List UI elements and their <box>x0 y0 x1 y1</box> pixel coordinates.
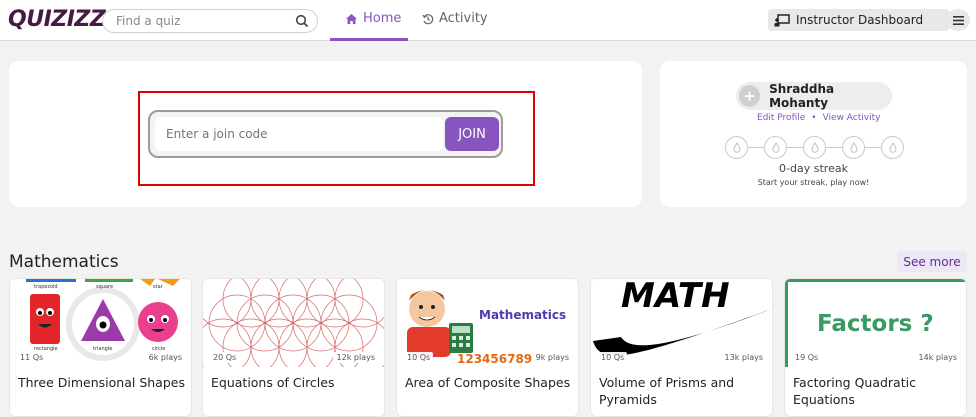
quiz-title: Factoring Quadratic Equations <box>793 375 916 407</box>
quiz-card[interactable]: Factors ? 19 Qs 14k plays Factoring Quad… <box>784 278 967 417</box>
presentation-icon <box>774 13 790 26</box>
shape-label: star <box>153 284 164 290</box>
thumb-title: Factors ? <box>817 311 934 337</box>
flame-icon <box>725 136 748 159</box>
flame-icon <box>803 136 826 159</box>
section-title: Mathematics <box>9 252 119 272</box>
nav-home-label: Home <box>363 11 402 26</box>
streak-connector <box>787 146 803 149</box>
question-count: 10 Qs <box>598 352 628 363</box>
home-icon <box>346 13 357 24</box>
see-more-button[interactable]: See more <box>897 251 967 272</box>
join-button[interactable]: JOIN <box>445 117 499 151</box>
streak-tracker <box>725 136 904 159</box>
flame-icon <box>881 136 904 159</box>
user-name: Shraddha Mohanty <box>769 82 835 110</box>
search-icon[interactable] <box>295 14 309 28</box>
edit-profile-link[interactable]: Edit Profile <box>757 113 805 123</box>
streak-connector <box>865 146 881 149</box>
shape-label: trapezoid <box>34 284 58 290</box>
menu-button[interactable] <box>946 9 970 31</box>
quiz-title: Volume of Prisms and Pyramids <box>599 375 735 407</box>
play-count: 14k plays <box>914 352 961 363</box>
quizizz-logo[interactable]: QUIZIZZ <box>8 7 106 32</box>
top-header: QUIZIZZ Find a quiz Home Activity Instru… <box>0 0 976 41</box>
hamburger-icon <box>952 15 964 25</box>
join-code-input[interactable] <box>155 117 443 151</box>
view-activity-link[interactable]: View Activity <box>823 113 881 123</box>
quiz-card[interactable]: Mathematics 123456789 10 Qs 9k plays Are… <box>396 278 579 417</box>
nav-activity-label: Activity <box>439 11 488 26</box>
search-placeholder[interactable]: Find a quiz <box>116 14 180 28</box>
quiz-card[interactable]: MATH 10 Qs 13k plays Volume of Prisms an… <box>590 278 773 417</box>
nav-home-tab[interactable]: Home <box>330 0 408 41</box>
avatar: + <box>739 85 761 107</box>
quiz-card[interactable]: 20 Qs 12k plays Equations of Circles <box>202 278 385 417</box>
question-count: 11 Qs <box>17 352 47 363</box>
user-profile-pill[interactable]: + Shraddha Mohanty <box>736 82 892 110</box>
nav-activity-tab[interactable]: Activity <box>422 11 488 26</box>
quiz-title: Equations of Circles <box>211 375 335 390</box>
quiz-title: Three Dimensional Shapes <box>18 375 185 390</box>
shape-label: square <box>96 284 113 290</box>
streak-connector <box>748 146 764 149</box>
link-separator: • <box>811 113 817 123</box>
history-icon <box>422 13 434 24</box>
streak-connector <box>826 146 842 149</box>
quiz-title: Area of Composite Shapes <box>405 375 571 390</box>
instructor-dashboard-button[interactable]: Instructor Dashboard <box>768 9 949 31</box>
thumb-title: Mathematics <box>479 308 566 322</box>
streak-label: 0-day streak <box>779 162 848 175</box>
play-count: 13k plays <box>720 352 767 363</box>
question-count: 10 Qs <box>404 352 434 363</box>
search-bar[interactable]: Find a quiz <box>102 9 318 33</box>
flame-icon <box>842 136 865 159</box>
flame-icon <box>764 136 787 159</box>
play-count: 6k plays <box>144 352 186 363</box>
play-count: 12k plays <box>332 352 379 363</box>
play-count: 9k plays <box>531 352 573 363</box>
join-code-form: JOIN <box>148 110 503 158</box>
question-count: 20 Qs <box>210 352 240 363</box>
thumb-numbers: 123456789 <box>457 352 532 366</box>
thumb-title: MATH <box>621 279 730 316</box>
shape-label: triangle <box>93 346 112 352</box>
instructor-dashboard-label: Instructor Dashboard <box>796 13 924 27</box>
profile-links: Edit Profile • View Activity <box>757 113 880 123</box>
question-count: 19 Qs <box>792 352 822 363</box>
streak-subtext: Start your streak, play now! <box>757 178 870 187</box>
quiz-card[interactable]: trapezoid square star rectangle triangle… <box>9 278 192 417</box>
